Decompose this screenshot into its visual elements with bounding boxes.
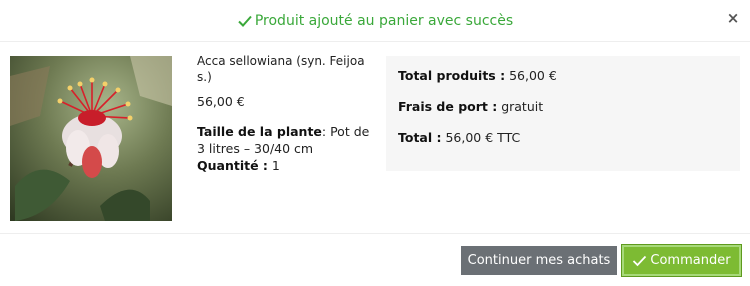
total-label: Total :: [398, 130, 442, 145]
product-image: [10, 56, 172, 221]
attribute-label: Taille de la plante: [197, 124, 322, 139]
footer-divider: [0, 233, 750, 234]
order-button-label: Commander: [650, 253, 731, 268]
shipping-label: Frais de port :: [398, 99, 498, 114]
product-info: Acca sellowiana (syn. Feijoa s.) 56,00 €…: [197, 53, 375, 174]
success-message-text: Produit ajouté au panier avec succès: [254, 12, 514, 29]
continue-shopping-label: Continuer mes achats: [467, 253, 611, 268]
product-price: 56,00 €: [197, 94, 245, 109]
product-attribute: Taille de la plante: Pot de 3 litres – 3…: [197, 123, 375, 157]
total-products-value: 56,00 €: [505, 68, 557, 83]
modal-header: Produit ajouté au panier avec succès ×: [0, 0, 750, 42]
order-button[interactable]: Commander: [621, 244, 742, 277]
cart-totals: Total produits : 56,00 € Frais de port :…: [386, 56, 740, 171]
shipping-row: Frais de port : gratuit: [398, 99, 728, 130]
close-icon[interactable]: ×: [726, 11, 740, 26]
quantity-label: Quantité :: [197, 158, 268, 173]
success-message: Produit ajouté au panier avec succès: [237, 13, 513, 29]
total-value: 56,00 € TTC: [441, 130, 521, 145]
total-products-row: Total produits : 56,00 €: [398, 68, 728, 99]
total-products-label: Total produits :: [398, 68, 506, 83]
check-icon: [632, 255, 647, 267]
total-row: Total : 56,00 € TTC: [398, 130, 728, 161]
quantity-value: 1: [267, 158, 280, 173]
continue-shopping-button[interactable]: Continuer mes achats: [461, 246, 617, 275]
check-icon: [237, 14, 253, 28]
shipping-value: gratuit: [497, 99, 544, 114]
product-quantity: Quantité : 1: [197, 157, 375, 174]
product-name: Acca sellowiana (syn. Feijoa s.): [197, 54, 365, 84]
